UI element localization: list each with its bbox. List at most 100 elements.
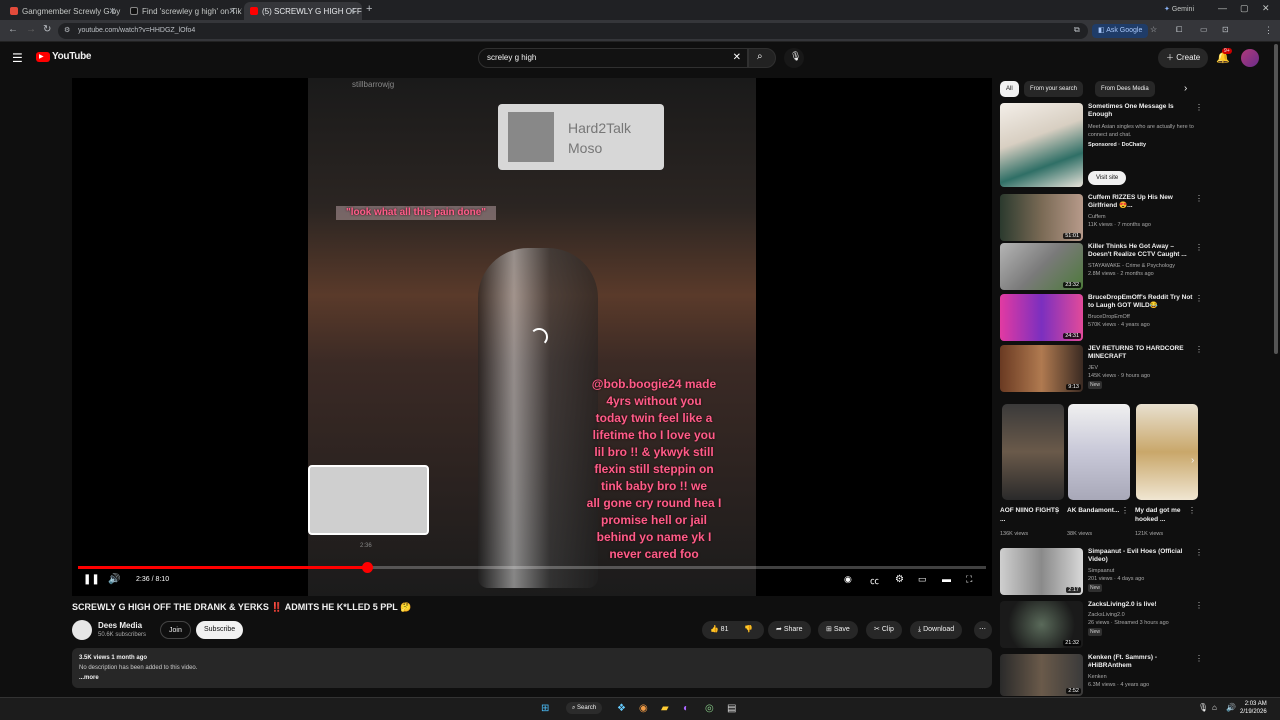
- visit-site-button[interactable]: Visit site: [1088, 171, 1127, 185]
- reload-icon[interactable]: ↻: [43, 24, 51, 35]
- rec-channel[interactable]: Kenken: [1088, 673, 1198, 681]
- rec-title[interactable]: BruceDropEmOff's Reddit Try Not to Laugh…: [1088, 294, 1198, 310]
- account-avatar[interactable]: [1241, 49, 1259, 67]
- rec-channel[interactable]: Cuffem: [1088, 213, 1198, 221]
- kebab-menu-icon[interactable]: ⋮: [1195, 654, 1203, 663]
- kebab-menu-icon[interactable]: ⋮: [1121, 506, 1129, 515]
- tab-gangmember[interactable]: Gangmember Screwly G by AI ✕: [4, 2, 122, 20]
- hamburger-menu-icon[interactable]: ☰: [12, 51, 23, 65]
- close-tab-icon[interactable]: ✕: [228, 6, 236, 17]
- chip-from-dees-media[interactable]: From Dees Media: [1095, 81, 1155, 97]
- more-actions-button[interactable]: ⋯: [974, 621, 992, 639]
- video-thumbnail[interactable]: 2:17: [1000, 548, 1083, 595]
- settings-gear-icon[interactable]: ⚙: [895, 574, 904, 585]
- chip-all[interactable]: All: [1000, 81, 1019, 97]
- rec-title[interactable]: Simpaanut - Evil Hoes (Official Video): [1088, 548, 1198, 564]
- progress-bar[interactable]: [78, 562, 986, 573]
- file-explorer-icon[interactable]: ▰: [661, 703, 669, 714]
- search-input[interactable]: screley g high ✕: [478, 48, 748, 68]
- rec-title[interactable]: Cuffem RIZZES Up His New Girlfriend 😍...: [1088, 194, 1198, 210]
- close-tab-icon[interactable]: ✕: [348, 6, 356, 17]
- like-icon[interactable]: 👍: [710, 626, 719, 633]
- video-thumbnail[interactable]: 23:32: [1000, 243, 1083, 290]
- maximize-window-icon[interactable]: ▢: [1240, 3, 1249, 14]
- rec-title[interactable]: JEV RETURNS TO HARDCORE MINECRAFT: [1088, 345, 1198, 361]
- clear-search-icon[interactable]: ✕: [733, 49, 741, 67]
- gemini-button[interactable]: ✦ Gemini: [1164, 5, 1194, 13]
- video-thumbnail[interactable]: 51:01: [1000, 194, 1083, 241]
- ad-title[interactable]: Sometimes One Message Is Enough: [1088, 103, 1198, 119]
- video-thumbnail[interactable]: 24:31: [1000, 294, 1083, 341]
- chrome-icon[interactable]: ◉: [639, 703, 648, 714]
- create-button[interactable]: ＋ Create: [1158, 48, 1209, 68]
- close-window-icon[interactable]: ✕: [1262, 3, 1270, 14]
- new-tab-button[interactable]: +: [366, 3, 372, 15]
- rec-channel[interactable]: BruceDropEmOff: [1088, 313, 1198, 321]
- kebab-menu-icon[interactable]: ⋮: [1053, 506, 1061, 515]
- progress-scrubber-handle[interactable]: [361, 562, 373, 573]
- kebab-menu-icon[interactable]: ⋮: [1195, 345, 1203, 354]
- rec-title[interactable]: ZacksLiving2.0 is live!: [1088, 601, 1198, 609]
- save-button[interactable]: ⊞ Save: [818, 621, 858, 639]
- autoplay-toggle-icon[interactable]: ◉: [844, 574, 852, 585]
- video-thumbnail[interactable]: 2:52: [1000, 654, 1083, 696]
- ask-google-button[interactable]: ◧ Ask Google: [1092, 24, 1149, 38]
- profile-switch-icon[interactable]: ⊡: [1222, 25, 1229, 34]
- short-title[interactable]: My dad got me hooked ...: [1135, 506, 1195, 524]
- short-thumbnail[interactable]: [1136, 404, 1198, 500]
- page-scrollbar[interactable]: [1274, 44, 1278, 354]
- rec-channel[interactable]: JEV: [1088, 364, 1198, 372]
- clip-button[interactable]: ✂ Clip: [866, 621, 902, 639]
- kebab-menu-icon[interactable]: ⋮: [1195, 194, 1203, 203]
- kebab-menu-icon[interactable]: ⋮: [1195, 243, 1203, 252]
- taskbar-search[interactable]: ⌕ Search: [566, 702, 603, 714]
- voice-search-button[interactable]: 🎙: [784, 48, 804, 68]
- microphone-tray-icon[interactable]: 🎙: [1198, 703, 1208, 712]
- downloads-icon[interactable]: ▭: [1200, 25, 1208, 34]
- share-button[interactable]: ➦ Share: [768, 621, 811, 639]
- cast-icon[interactable]: ⧉: [1074, 25, 1080, 35]
- tab-tiktok[interactable]: Find 'screwley g high' on TikTok ✕: [124, 2, 242, 20]
- shorts-next-chevron-icon[interactable]: ›: [1191, 455, 1194, 466]
- kebab-menu-icon[interactable]: ⋮: [1195, 103, 1203, 112]
- back-icon[interactable]: ←: [8, 24, 18, 35]
- join-button[interactable]: Join: [160, 621, 191, 639]
- windows-start-icon[interactable]: ⊞: [541, 703, 549, 714]
- terminal-icon[interactable]: ▤: [727, 703, 736, 714]
- fullscreen-icon[interactable]: ⛶: [966, 574, 972, 585]
- video-player[interactable]: stillbarrowjg Hard2Talk Moso "look what …: [72, 78, 992, 596]
- close-tab-icon[interactable]: ✕: [108, 6, 116, 17]
- channel-name[interactable]: Dees Media: [98, 621, 142, 630]
- tab-youtube-active[interactable]: (5) SCREWLY G HIGH OFF T ✕: [244, 2, 362, 20]
- captions-icon[interactable]: ㏄: [870, 574, 879, 587]
- volume-tray-icon[interactable]: 🔊: [1226, 703, 1236, 712]
- vscode-icon[interactable]: ❖: [617, 703, 626, 714]
- rec-channel[interactable]: STAYAWAKE - Crime & Psychology: [1088, 262, 1198, 270]
- channel-avatar[interactable]: [72, 620, 92, 640]
- network-icon[interactable]: ⌂: [1212, 703, 1217, 712]
- browser-alt-icon[interactable]: ◎: [705, 703, 714, 714]
- miniplayer-icon[interactable]: ▭: [918, 574, 927, 585]
- bookmark-star-icon[interactable]: ☆: [1150, 25, 1157, 34]
- minimize-window-icon[interactable]: —: [1218, 3, 1227, 13]
- short-title[interactable]: AOF NIINO FIGHTS ...: [1000, 506, 1060, 524]
- chip-from-your-search[interactable]: From your search: [1024, 81, 1084, 97]
- extensions-icon[interactable]: ⧠: [1176, 25, 1182, 35]
- rec-channel[interactable]: Simpaanut: [1088, 567, 1198, 575]
- video-thumbnail[interactable]: 9:13: [1000, 345, 1083, 392]
- search-button[interactable]: ⌕: [748, 48, 776, 68]
- show-more-link[interactable]: ...more: [79, 673, 985, 683]
- rec-title[interactable]: Killer Thinks He Got Away – Doesn't Real…: [1088, 243, 1198, 259]
- dislike-icon[interactable]: 👎: [744, 621, 753, 639]
- address-bar[interactable]: ⚙ youtube.com/watch?v=HHDGZ_lOfo4: [58, 23, 1088, 39]
- theater-mode-icon[interactable]: ▬: [942, 574, 951, 584]
- recommendation-item[interactable]: 2:52 Kenken (Ft. Sammrs) - #HiBRAnthem K…: [1000, 654, 1210, 696]
- youtube-logo-text[interactable]: YouTube: [52, 51, 92, 62]
- video-thumbnail[interactable]: 21:32: [1000, 601, 1083, 648]
- short-thumbnail[interactable]: [1068, 404, 1130, 500]
- rec-channel[interactable]: ZacksLiving2.0: [1088, 611, 1198, 619]
- pause-icon[interactable]: ❚❚: [83, 574, 100, 585]
- short-title[interactable]: AK Bandamont...: [1067, 506, 1127, 515]
- description-box[interactable]: 3.5K views 1 month ago No description ha…: [72, 648, 992, 688]
- subscribe-button[interactable]: Subscribe: [196, 621, 244, 639]
